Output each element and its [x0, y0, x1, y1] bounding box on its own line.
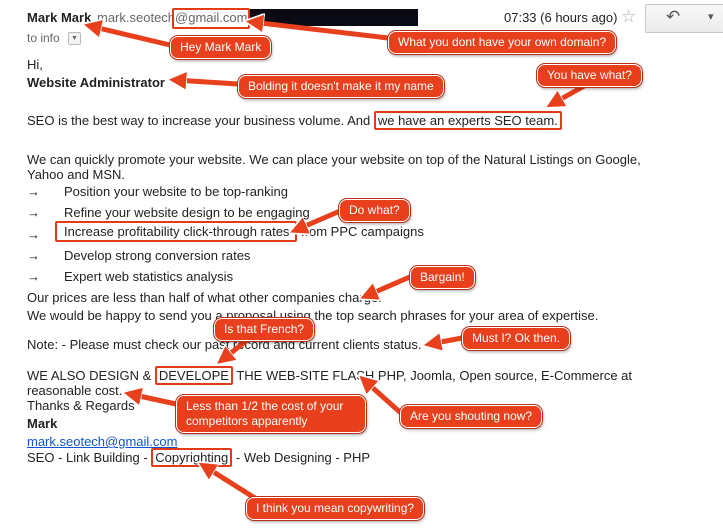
intro-highlight: we have an experts SEO team. [373, 111, 562, 130]
callout-french: Is that French? [214, 318, 315, 341]
star-icon[interactable]: ☆ [621, 7, 636, 27]
design-highlight: DEVELOPE [154, 366, 233, 385]
recipient-title: Website Administrator [27, 75, 165, 90]
services-suffix: - Web Designing - PHP [232, 450, 371, 465]
signature-email-link[interactable]: mark.seotech@gmail.com [27, 434, 177, 449]
bullet-arrow-1: → [27, 184, 40, 199]
callout-less-half: Less than 1/2 the cost of your competito… [176, 395, 366, 433]
bullet-item-5: Expert web statistics analysis [64, 269, 234, 284]
design-suffix: THE WEB-SITE FLASH PHP, Joomla, Open sou… [232, 368, 633, 383]
callout-copywriting: I think you mean copywriting? [246, 497, 425, 520]
bullet-arrow-5: → [27, 269, 40, 284]
bullet-arrow-3: → [27, 227, 40, 242]
intro-text: SEO is the best way to increase your bus… [27, 113, 374, 128]
thanks-line: Thanks & Regards [27, 398, 135, 413]
bullet-item-3: Increase profitability click-through rat… [55, 221, 424, 242]
bullet-item-4: Develop strong conversion rates [64, 248, 251, 263]
bullet-3-highlight: Increase profitability click-through rat… [55, 221, 298, 242]
bullet-arrow-4: → [27, 248, 40, 263]
promote-line-2: Yahoo and MSN. [27, 167, 126, 182]
arrow-less-half [130, 394, 179, 407]
arrow-shouting [364, 380, 405, 417]
domain-highlight-box [172, 8, 250, 29]
arrow-copywriting [204, 466, 261, 503]
email-timestamp: 07:33 (6 hours ago) [504, 10, 618, 25]
sender-name[interactable]: Mark Mark [27, 10, 91, 25]
arrow-hey-mark [90, 26, 173, 48]
bullet-3-suffix: from PPC campaigns [297, 224, 424, 239]
intro-line: SEO is the best way to increase your bus… [27, 111, 562, 130]
bullet-arrow-2: → [27, 205, 40, 220]
callout-bolding: Bolding it doesn't make it my name [238, 75, 444, 98]
arrow-bolding [175, 80, 241, 84]
bullet-item-1: Position your website to be top-ranking [64, 184, 289, 199]
callout-shouting: Are you shouting now? [400, 405, 543, 428]
design-line-2: reasonable cost. [27, 383, 123, 398]
services-line: SEO - Link Building - Copyrighting - Web… [27, 448, 371, 467]
bullet-item-2: Refine your website design to be engagin… [64, 205, 310, 220]
callout-do-what: Do what? [339, 199, 410, 222]
promote-line-1: We can quickly promote your website. We … [27, 152, 641, 167]
callout-bargain: Bargain! [410, 266, 475, 289]
prices-line: Our prices are less than half of what ot… [27, 290, 382, 305]
services-highlight: Copyrighting [151, 448, 233, 467]
redacted-recipient [250, 9, 418, 26]
callout-hey-mark: Hey Mark Mark [170, 36, 272, 59]
chevron-down-icon: ▾ [708, 11, 714, 23]
reply-button[interactable]: ↶ [645, 4, 705, 33]
greeting: Hi, [27, 57, 43, 72]
callout-must-i: Must I? Ok then. [462, 327, 571, 350]
details-dropdown-icon[interactable]: ▼ [68, 32, 81, 45]
more-actions-button[interactable]: ▾ [704, 4, 723, 33]
callout-own-domain: What you dont have your own domain? [388, 31, 617, 54]
arrow-must-i [430, 338, 465, 344]
callout-you-have-what: You have what? [537, 64, 642, 87]
signature-name: Mark [27, 416, 58, 431]
design-line: WE ALSO DESIGN & DEVELOPE THE WEB-SITE F… [27, 366, 633, 385]
design-text: WE ALSO DESIGN & [27, 368, 155, 383]
reply-icon: ↶ [666, 7, 681, 26]
services-text: SEO - Link Building - [27, 450, 152, 465]
to-label: to info [27, 31, 60, 45]
